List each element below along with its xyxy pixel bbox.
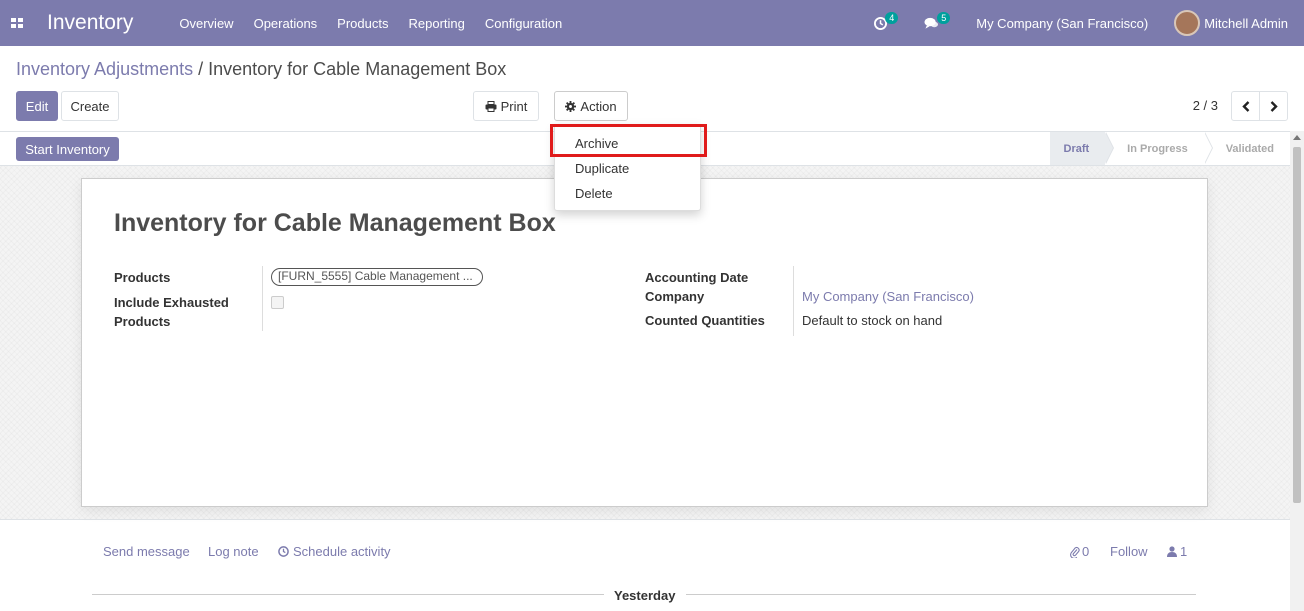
breadcrumb-current: Inventory for Cable Management Box [208,59,507,79]
company-label: Company [645,289,705,304]
followers-button[interactable]: 1 [1167,544,1187,559]
edit-button[interactable]: Edit [16,91,58,121]
counted-quantities-label: Counted Quantities [645,313,765,328]
include-exhausted-label-line2: Products [114,314,171,329]
menu-item-configuration[interactable]: Configuration [485,16,562,31]
main-menu: Overview Operations Products Reporting C… [179,16,582,31]
pager-previous-button[interactable] [1231,91,1260,121]
form-background: Inventory for Cable Management Box Produ… [0,166,1290,520]
gear-icon [565,100,577,112]
activity-systray[interactable]: 4 [874,12,900,30]
start-inventory-button[interactable]: Start Inventory [16,137,119,161]
follow-button[interactable]: Follow [1110,544,1148,559]
pager-value[interactable]: 2 / 3 [1193,98,1218,113]
products-label: Products [114,270,171,285]
message-badge: 5 [937,12,951,24]
day-separator-label: Yesterday [614,588,676,603]
menu-item-overview[interactable]: Overview [179,16,233,31]
clock-icon [278,546,289,557]
app-brand[interactable]: Inventory [47,11,133,35]
followers-count: 1 [1180,544,1188,559]
navbar-right: 4 5 My Company (San Francisco) Mitchell … [874,0,1304,46]
schedule-activity-button[interactable]: Schedule activity [278,544,391,559]
attachments-button[interactable]: 0 [1070,544,1089,559]
delete-menu-item[interactable]: Delete [575,186,613,201]
send-message-button[interactable]: Send message [103,544,190,559]
archive-highlight-box [550,124,707,157]
menu-item-products[interactable]: Products [337,16,388,31]
stage-pipeline: Draft In Progress Validated [1049,132,1291,165]
day-divider-right [686,594,1196,595]
company-value[interactable]: My Company (San Francisco) [802,289,974,304]
stage-validated[interactable]: Validated [1204,132,1290,165]
product-tag[interactable]: [FURN_5555] Cable Management ... [271,268,483,286]
menu-item-operations[interactable]: Operations [254,16,318,31]
breadcrumb-separator: / [193,59,209,79]
vertical-scrollbar[interactable] [1290,131,1304,611]
print-label: Print [500,98,528,114]
print-icon [485,100,497,112]
chevron-left-icon [1241,100,1249,112]
scroll-up-arrow-icon[interactable] [1293,135,1301,140]
company-switcher[interactable]: My Company (San Francisco) [976,16,1148,31]
messaging-systray[interactable]: 5 [924,12,952,30]
log-note-button[interactable]: Log note [208,544,259,559]
scroll-thumb[interactable] [1293,147,1301,503]
stage-in-progress[interactable]: In Progress [1105,132,1213,165]
create-button[interactable]: Create [61,91,119,121]
print-button[interactable]: Print [473,91,539,121]
day-divider-left [92,594,604,595]
field-separator-right [793,266,794,336]
breadcrumb-parent[interactable]: Inventory Adjustments [16,59,193,79]
chevron-right-icon [1270,100,1278,112]
user-menu[interactable]: Mitchell Admin [1174,10,1288,36]
pager-next-button[interactable] [1259,91,1288,121]
apps-grid-icon[interactable] [11,18,23,28]
top-navbar: Inventory Overview Operations Products R… [0,0,1304,46]
stage-draft[interactable]: Draft [1049,132,1114,165]
include-exhausted-checkbox[interactable] [271,296,284,309]
include-exhausted-label-line1: Include Exhausted [114,295,229,310]
user-name: Mitchell Admin [1204,15,1288,31]
field-separator [262,266,263,331]
attachments-count: 0 [1082,544,1090,559]
user-icon [1167,546,1177,557]
counted-quantities-value: Default to stock on hand [802,313,943,328]
action-label: Action [580,98,617,114]
avatar [1174,10,1201,36]
paperclip-icon [1070,546,1080,558]
accounting-date-label: Accounting Date [645,270,749,285]
breadcrumb: Inventory Adjustments / Inventory for Ca… [16,59,506,80]
activity-badge: 4 [885,12,899,24]
schedule-activity-label: Schedule activity [293,544,391,559]
menu-item-reporting[interactable]: Reporting [408,16,464,31]
form-sheet: Inventory for Cable Management Box Produ… [81,178,1208,507]
record-title: Inventory for Cable Management Box [114,209,556,237]
action-button[interactable]: Action [554,91,628,121]
duplicate-menu-item[interactable]: Duplicate [575,161,629,176]
